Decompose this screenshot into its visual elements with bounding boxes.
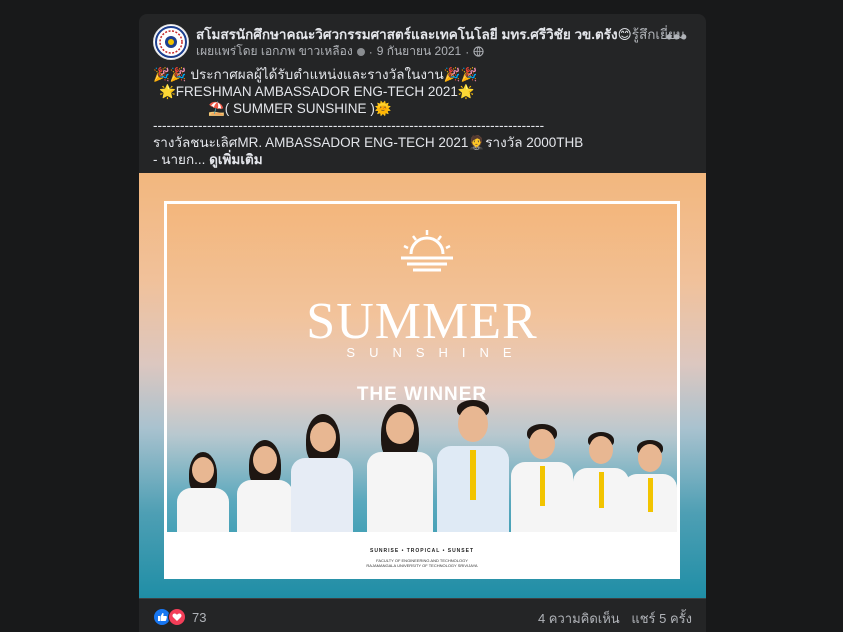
engagement-stats: 4 ความคิดเห็น แชร์ 5 ครั้ง (530, 608, 692, 629)
poster-title: SUMMER (306, 293, 538, 350)
post-text: 🎉🎉 ประกาศผลผู้ได้รับตำแหน่งและรางวัลในงา… (153, 66, 693, 168)
comments-count[interactable]: 4 ความคิดเห็น (538, 611, 620, 626)
person-5 (433, 400, 513, 532)
poster-subtitle: SUNSHINE (346, 345, 526, 360)
poster-faculty: FACULTY OF ENGINEERING AND TECHNOLOGY RA… (167, 558, 677, 568)
meta-separator: · (368, 44, 373, 59)
sun-icon (401, 230, 453, 272)
poster: SUMMER SUNSHINE THE WINNER SUNRISE • TRO… (164, 201, 680, 579)
post-text-line-3: ⛱️( SUMMER SUNSHINE )🌞 (208, 101, 392, 116)
poster-tagline: SUNRISE • TROPICAL • SUNSET (369, 548, 475, 554)
post-photo[interactable]: SUMMER SUNSHINE THE WINNER SUNRISE • TRO… (139, 173, 706, 598)
person-6 (509, 424, 575, 532)
person-8 (621, 440, 677, 532)
post-card: สโมสรนักศึกษาคณะวิศวกรรมศาสตร์และเทคโนโล… (139, 14, 706, 632)
more-icon: ••• (666, 27, 688, 47)
meta-separator-2: · (465, 44, 470, 59)
poster-winner: THE WINNER (356, 384, 488, 405)
post-text-line-2: 🌟FRESHMAN AMBASSADOR ENG-TECH 2021🌟 (159, 84, 475, 99)
post-footer: 73 4 ความคิดเห็น แชร์ 5 ครั้ง (139, 598, 706, 632)
person-3 (289, 414, 355, 532)
page-name-link[interactable]: สโมสรนักศึกษาคณะวิศวกรรมศาสตร์และเทคโนโล… (196, 27, 618, 42)
person-4 (363, 404, 437, 532)
info-dot-icon[interactable] (356, 47, 365, 56)
shares-count[interactable]: แชร์ 5 ครั้ง (631, 611, 692, 626)
post-meta: เผยแพร่โดย เอกภพ ขาวเหลือง · 9 กันยายน 2… (196, 42, 484, 61)
page-avatar[interactable] (153, 24, 189, 60)
page-logo-icon (155, 26, 187, 58)
post-text-line-5: รางวัลชนะเลิศMR. AMBASSADOR ENG-TECH 202… (153, 135, 584, 150)
post-date[interactable]: 9 กันยายน 2021 (377, 42, 462, 61)
more-options-button[interactable]: ••• (661, 27, 693, 52)
post-text-prefix: - นายก... (153, 152, 210, 167)
post-text-line-6: - นายก... ดูเพิ่มเติม (153, 151, 693, 168)
reaction-count: 73 (192, 609, 207, 625)
reactions-summary[interactable]: 73 (153, 608, 206, 626)
published-by[interactable]: เผยแพร่โดย เอกภพ ขาวเหลือง (196, 42, 353, 61)
person-1 (175, 452, 231, 532)
person-2 (235, 440, 295, 532)
post-text-line-1: 🎉🎉 ประกาศผลผู้ได้รับตำแหน่งและรางวัลในงา… (153, 67, 478, 82)
poster-faculty-line-2: RAJAMANGALA UNIVERSITY OF TECHNOLOGY SRI… (366, 563, 478, 568)
love-icon (168, 608, 186, 626)
feeling-emoji: 😊 (617, 27, 632, 42)
poster-footer (167, 532, 677, 576)
see-more-link[interactable]: ดูเพิ่มเติม (209, 152, 262, 167)
globe-icon (473, 46, 484, 57)
post-text-divider: ----------------------------------------… (153, 118, 545, 133)
